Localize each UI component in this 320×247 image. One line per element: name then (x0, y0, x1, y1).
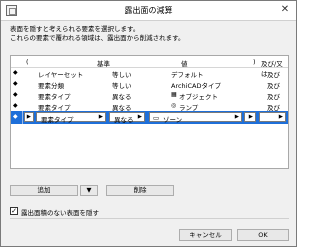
object-icon: ▦ (171, 91, 177, 98)
description-line-2: これらの要素で覆われる領域は、露出面から削減されます。 (10, 34, 185, 42)
hide-surfaces-checkbox[interactable]: ✓ (10, 207, 18, 215)
operator-dropdown[interactable]: 異なる ▶ (109, 112, 145, 124)
divider (10, 218, 289, 219)
add-button[interactable]: 追加 (10, 185, 78, 196)
close-icon[interactable]: ✕ (278, 4, 292, 16)
table-row[interactable]: ◆ 要素タイプ 異なる ◎ ランプ 及び (11, 100, 288, 112)
sort-arrow-icon[interactable]: ◆ (13, 91, 18, 98)
criterion-dropdown[interactable]: 要素タイプ ▶ (36, 112, 106, 124)
table-row-selected[interactable]: ◆ ▶ 要素タイプ ▶ 異なる ▶ ▭ ゾーン ▶ ▶ ▶ (11, 111, 288, 124)
sort-arrow-icon[interactable]: ◆ (13, 113, 18, 120)
chevron-right-icon: ▶ (98, 114, 103, 120)
sort-arrow-icon[interactable]: ◆ (13, 102, 18, 109)
header-close-paren: ) (253, 58, 256, 66)
zone-icon: ▭ (153, 114, 160, 122)
hide-surfaces-label: 露出面積のない表面を隠す (21, 209, 99, 217)
sort-arrow-icon[interactable]: ◆ (13, 80, 18, 87)
cancel-button[interactable]: キャンセル (179, 229, 232, 241)
ok-button[interactable]: OK (237, 229, 289, 241)
lamp-icon: ◎ (171, 102, 177, 109)
chevron-right-icon: ▶ (26, 114, 31, 120)
chevron-right-icon: ▶ (248, 114, 253, 120)
table-row[interactable]: ◆ 要素タイプ 異なる ▦ オブジェクト 及び (11, 89, 288, 101)
window-title: 露出面の減算 (124, 6, 173, 15)
description-line-1: 表面を隠すと考えられる要素を選択します。 (10, 25, 140, 33)
chevron-right-icon: ▶ (137, 114, 142, 120)
add-dropdown-arrow[interactable]: ▼ (80, 185, 98, 196)
column-separator (22, 111, 23, 124)
andor-dropdown[interactable]: ▶ (259, 112, 286, 122)
close-paren-dropdown[interactable]: ▶ (244, 112, 256, 122)
table-row[interactable]: ◆ レイヤーセット 等しい デフォルト 及び (11, 67, 288, 79)
table-row[interactable]: ◆ 要素分類 等しい ArchiCADタイプ 及び (11, 78, 288, 90)
chevron-right-icon: ▶ (278, 114, 283, 120)
header-open-paren: ( (26, 58, 29, 66)
title-bar: 露出面の減算 ✕ (1, 1, 296, 21)
sort-arrow-icon[interactable]: ◆ (13, 69, 18, 76)
criteria-table: ( 基準 値 ) 及び/又は ◆ レイヤーセット 等しい デフォルト 及び ◆ … (10, 55, 289, 169)
delete-button[interactable]: 削除 (106, 185, 174, 196)
dialog-window: 露出面の減算 ✕ 表面を隠すと考えられる要素を選択します。 これらの要素で覆われ… (0, 0, 297, 247)
value-dropdown[interactable]: ▭ ゾーン ▶ (149, 112, 242, 124)
chevron-right-icon: ▶ (234, 114, 239, 120)
open-paren-dropdown[interactable]: ▶ (24, 112, 34, 122)
